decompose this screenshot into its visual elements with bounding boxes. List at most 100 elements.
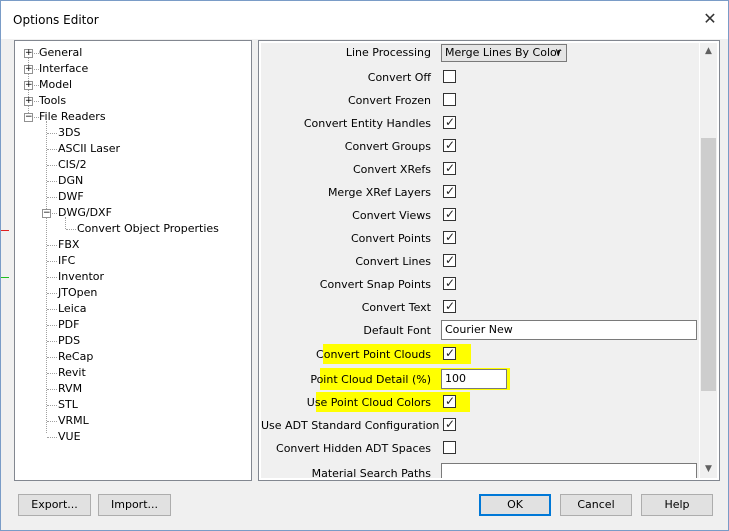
row-use-point-cloud-colors: Use Point Cloud Colors ✓ [261, 392, 699, 414]
tree-item-model[interactable]: Model [39, 77, 72, 93]
adt-config-checkbox[interactable]: ✓ [443, 417, 456, 431]
tree-item-file-readers[interactable]: File Readers [39, 109, 106, 125]
property-checkbox[interactable]: ✓ [443, 253, 456, 267]
tree-item-dwg-dxf[interactable]: DWG/DXF [58, 205, 112, 221]
options-tree[interactable]: + General + Interface + Model + Tools − File Read… [14, 40, 252, 481]
point-cloud-detail-field[interactable]: 100 [441, 369, 507, 389]
tree-connector [47, 437, 57, 438]
cancel-button[interactable]: Cancel [560, 494, 632, 516]
material-paths-field[interactable] [441, 463, 697, 478]
property-label: Merge XRef Layers [327, 186, 431, 199]
row-convert-entity-handles: Convert Entity Handles ✓ [261, 113, 699, 135]
property-label: Convert XRefs [352, 163, 431, 176]
tree-item-vue[interactable]: VUE [58, 429, 81, 445]
tree-item-fbx[interactable]: FBX [58, 237, 79, 253]
property-checkbox[interactable] [443, 93, 456, 106]
property-label: Convert Groups [344, 140, 431, 153]
tree-item-tools[interactable]: Tools [39, 93, 66, 109]
row-convert-xrefs: Convert XRefs ✓ [261, 159, 699, 181]
tree-expander-icon[interactable]: + [24, 81, 33, 90]
import-button[interactable]: Import... [98, 494, 171, 516]
property-label: Convert Lines [355, 255, 431, 268]
tree-item-pds[interactable]: PDS [58, 333, 80, 349]
check-icon: ✓ [445, 184, 456, 198]
tree-item-convert-object-properties[interactable]: Convert Object Properties [77, 221, 219, 237]
tree-item-ascii-laser[interactable]: ASCII Laser [58, 141, 120, 157]
property-label: Convert Off [367, 71, 431, 84]
tree-item-rvm[interactable]: RVM [58, 381, 82, 397]
property-checkbox[interactable] [443, 70, 456, 83]
tree-item-recap[interactable]: ReCap [58, 349, 93, 365]
property-checkbox[interactable]: ✓ [443, 299, 456, 313]
tree-expander-icon[interactable]: + [24, 49, 33, 58]
background-red-line [1, 230, 9, 231]
default-font-field[interactable]: Courier New [441, 320, 697, 340]
tree-item-pdf[interactable]: PDF [58, 317, 79, 333]
tree-item-3ds[interactable]: 3DS [58, 125, 80, 141]
properties-scrollbar[interactable]: ▲ ▼ [700, 43, 717, 478]
convert-point-clouds-label: Convert Point Clouds [316, 348, 431, 361]
scroll-thumb[interactable] [701, 138, 716, 391]
line-processing-dropdown[interactable]: Merge Lines By Color ∨ [441, 44, 567, 62]
tree-connector [47, 181, 57, 182]
row-default-font: Default Font Courier New [261, 320, 699, 342]
row-convert-points: Convert Points ✓ [261, 228, 699, 250]
tree-item-ifc[interactable]: IFC [58, 253, 75, 269]
title-bar: Options Editor ✕ [1, 1, 728, 39]
window-title: Options Editor [13, 13, 99, 27]
tree-expander-icon[interactable]: − [24, 113, 33, 122]
tree-item-inventor[interactable]: Inventor [58, 269, 104, 285]
row-convert-point-clouds: Convert Point Clouds ✓ [261, 344, 699, 366]
property-checkbox[interactable]: ✓ [443, 276, 456, 290]
tree-item-dgn[interactable]: DGN [58, 173, 83, 189]
property-label: Convert Entity Handles [303, 117, 431, 130]
scroll-down-icon[interactable]: ▼ [700, 461, 717, 478]
close-icon[interactable]: ✕ [700, 9, 720, 29]
tree-item-revit[interactable]: Revit [58, 365, 86, 381]
tree-item-jtopen[interactable]: JTOpen [58, 285, 97, 301]
tree-item-leica[interactable]: Leica [58, 301, 87, 317]
tree-connector [47, 389, 57, 390]
property-checkbox[interactable]: ✓ [443, 161, 456, 175]
tree-connector [47, 325, 57, 326]
export-button[interactable]: Export... [18, 494, 91, 516]
property-checkbox[interactable]: ✓ [443, 207, 456, 221]
check-icon: ✓ [445, 299, 456, 313]
row-convert-hidden-adt: Convert Hidden ADT Spaces [261, 438, 699, 460]
check-icon: ✓ [445, 346, 456, 360]
row-convert-off: Convert Off [261, 67, 699, 89]
tree-connector [47, 277, 57, 278]
property-checkbox[interactable]: ✓ [443, 230, 456, 244]
check-icon: ✓ [445, 138, 456, 152]
tree-expander-icon[interactable]: + [24, 97, 33, 106]
line-processing-label: Line Processing [345, 46, 431, 59]
scroll-up-icon[interactable]: ▲ [700, 43, 717, 60]
property-checkbox[interactable]: ✓ [443, 184, 456, 198]
tree-item-vrml[interactable]: VRML [58, 413, 89, 429]
tree-item-interface[interactable]: Interface [39, 61, 88, 77]
properties-panel: Line Processing Merge Lines By Color ∨ C… [258, 40, 720, 481]
tree-expander-icon[interactable]: + [24, 65, 33, 74]
tree-expander-icon[interactable]: − [42, 209, 51, 218]
default-font-label: Default Font [363, 324, 431, 337]
check-icon: ✓ [445, 253, 456, 267]
tree-item-cis-2[interactable]: CIS/2 [58, 157, 87, 173]
check-icon: ✓ [445, 417, 456, 431]
property-checkbox[interactable]: ✓ [443, 138, 456, 152]
ok-button[interactable]: OK [479, 494, 551, 516]
tree-connector [47, 357, 57, 358]
row-convert-groups: Convert Groups ✓ [261, 136, 699, 158]
convert-point-clouds-checkbox[interactable]: ✓ [443, 346, 456, 360]
tree-item-stl[interactable]: STL [58, 397, 78, 413]
hidden-adt-checkbox[interactable] [443, 441, 456, 454]
tree-item-general[interactable]: General [39, 45, 82, 61]
use-point-cloud-colors-checkbox[interactable]: ✓ [443, 394, 456, 408]
property-checkbox[interactable]: ✓ [443, 115, 456, 129]
help-button[interactable]: Help [641, 494, 713, 516]
tree-item-dwf[interactable]: DWF [58, 189, 84, 205]
tree-connector [66, 229, 76, 230]
check-icon: ✓ [445, 161, 456, 175]
row-line-processing: Line Processing Merge Lines By Color ∨ [261, 43, 699, 65]
row-merge-xref-layers: Merge XRef Layers ✓ [261, 182, 699, 204]
hidden-adt-label: Convert Hidden ADT Spaces [276, 442, 431, 455]
